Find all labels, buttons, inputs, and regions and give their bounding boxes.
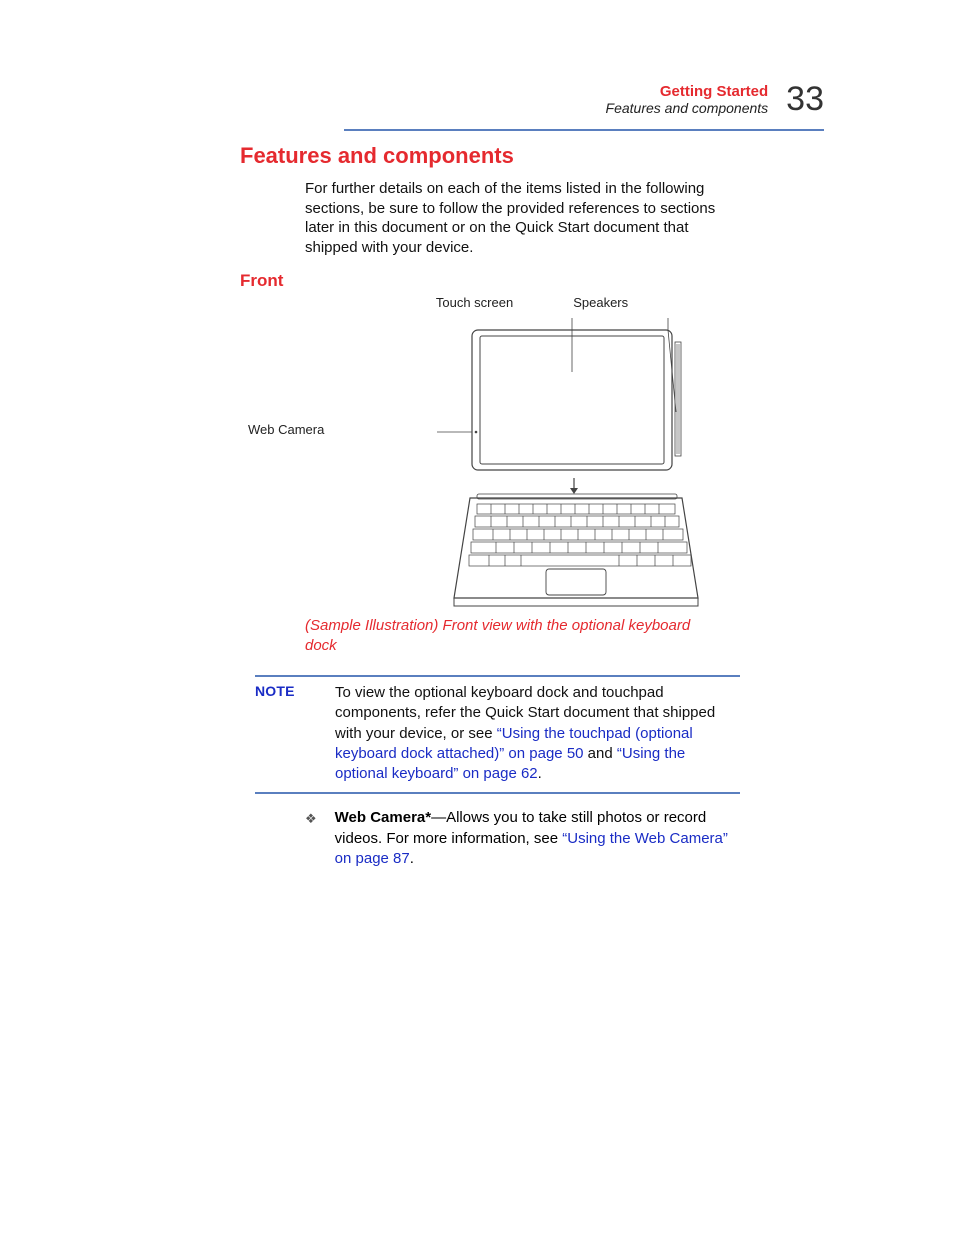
subheading-front: Front [240, 271, 824, 291]
chapter-name: Getting Started [606, 83, 769, 100]
note-text: To view the optional keyboard dock and t… [335, 683, 740, 784]
header-rule [344, 129, 824, 131]
label-web-camera: Web Camera [248, 422, 324, 437]
intro-paragraph: For further details on each of the items… [305, 179, 735, 257]
note-rule-top [255, 675, 740, 677]
figure-front-view: Touch screen Speakers Web Camera [240, 295, 824, 612]
page-header: Getting Started Features and components … [110, 80, 824, 119]
note-text-mid: and [584, 745, 617, 762]
note-block: NOTE To view the optional keyboard dock … [255, 675, 740, 794]
device-illustration [342, 312, 722, 612]
bullet-tail: . [410, 850, 414, 867]
label-touchscreen: Touch screen [436, 295, 513, 310]
figure-caption: (Sample Illustration) Front view with th… [305, 616, 725, 655]
bullet-sep: — [431, 809, 446, 826]
section-heading: Features and components [240, 143, 824, 169]
bullet-icon: ❖ [305, 810, 317, 828]
page-number: 33 [786, 80, 824, 119]
bullet-term: Web Camera* [335, 809, 431, 826]
note-text-tail: . [538, 765, 542, 782]
label-speakers: Speakers [573, 295, 628, 310]
note-label: NOTE [255, 683, 307, 699]
document-page: Getting Started Features and components … [0, 0, 954, 949]
note-rule-bottom [255, 792, 740, 794]
section-name-header: Features and components [606, 100, 769, 116]
bullet-web-camera: ❖ Web Camera*—Allows you to take still p… [305, 808, 740, 869]
